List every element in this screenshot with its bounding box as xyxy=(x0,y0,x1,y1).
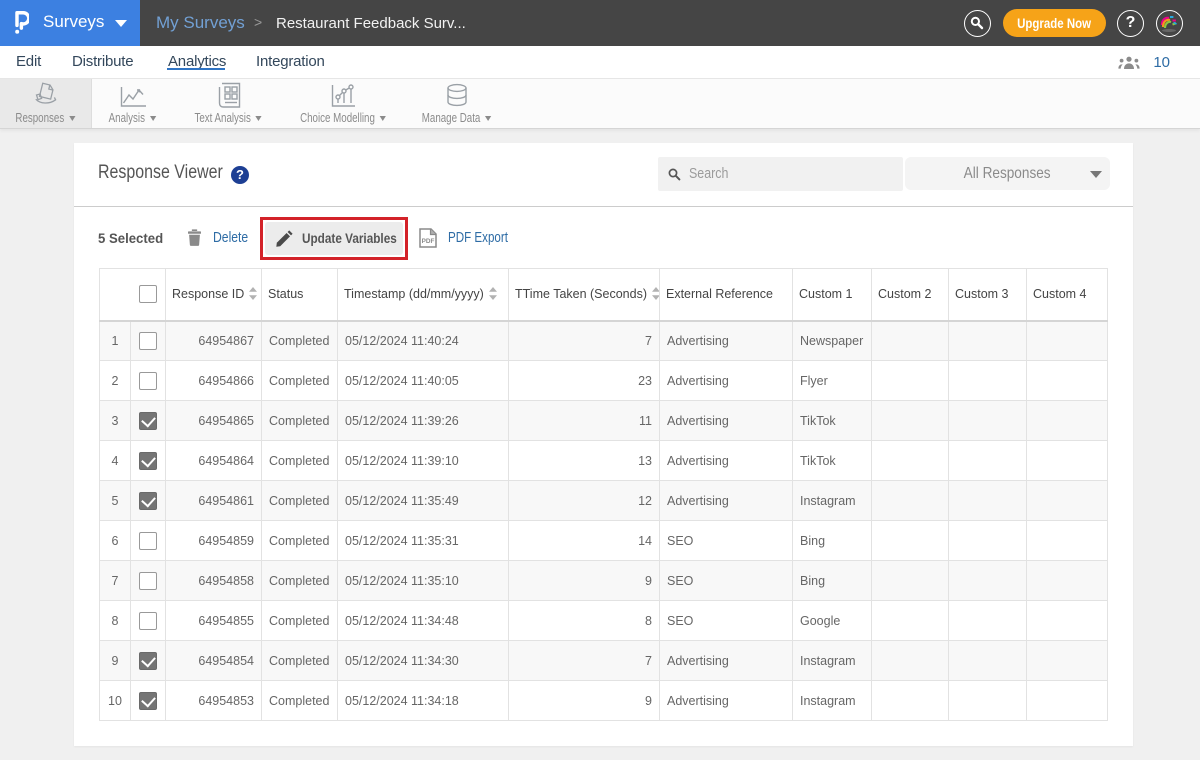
svg-text:PDF: PDF xyxy=(422,238,435,245)
